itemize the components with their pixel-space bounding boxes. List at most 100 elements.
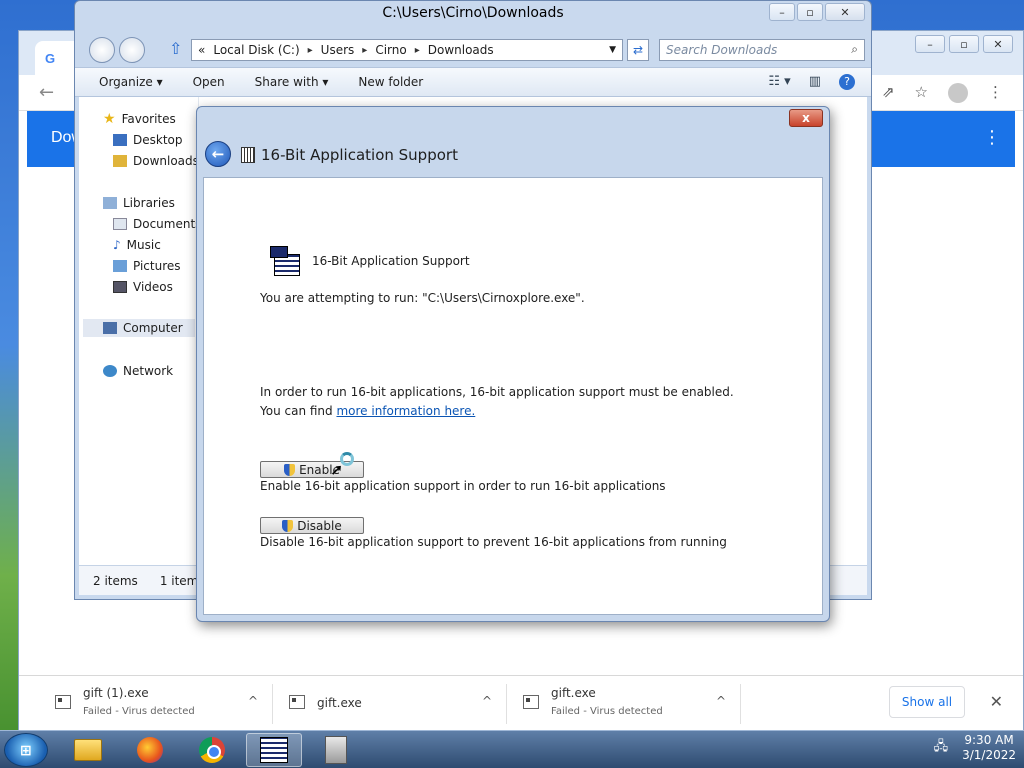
close-button[interactable]: ✕: [983, 35, 1013, 53]
start-button[interactable]: ⊞: [4, 733, 48, 767]
nav-network[interactable]: Network: [103, 364, 173, 378]
taskbar-16bit-app[interactable]: [246, 733, 302, 767]
network-status-icon[interactable]: 🖧: [934, 737, 949, 759]
download-item[interactable]: gift.exe Failed - Virus detected ^: [513, 684, 741, 724]
taskbar-installer[interactable]: [308, 733, 364, 767]
address-overflow[interactable]: «: [198, 43, 205, 57]
nav-desktop[interactable]: Desktop: [113, 133, 183, 147]
share-icon[interactable]: ⇗: [882, 83, 895, 103]
chrome-toolbar-icons: ⇗ ☆ ⋮: [882, 83, 1003, 103]
menu-kebab-icon[interactable]: ⋮: [988, 83, 1003, 103]
app-name: 16-Bit Application Support: [312, 254, 470, 268]
chevron-right-icon[interactable]: ▸: [415, 45, 420, 56]
more-info-link[interactable]: more information here.: [336, 404, 475, 418]
search-placeholder: Search Downloads: [666, 43, 778, 57]
minimize-button[interactable]: –: [915, 35, 945, 53]
taskbar-firefox[interactable]: [122, 733, 178, 767]
disable-label: Disable: [297, 518, 342, 533]
nav-label: Pictures: [133, 259, 181, 273]
address-segment[interactable]: Users: [321, 43, 355, 57]
taskbar-chrome[interactable]: [184, 733, 240, 767]
show-all-button[interactable]: Show all: [889, 686, 965, 718]
nav-label: Libraries: [123, 196, 175, 210]
nav-libraries[interactable]: Libraries: [103, 196, 175, 210]
taskbar-explorer[interactable]: [60, 733, 116, 767]
chevron-down-icon[interactable]: ▼: [609, 45, 616, 55]
exe-file-icon: [523, 695, 539, 709]
preview-pane-icon[interactable]: ▥: [809, 74, 821, 90]
help-icon[interactable]: ?: [839, 74, 855, 90]
nav-music[interactable]: ♪ Music: [113, 238, 161, 252]
download-status: Failed - Virus detected: [551, 706, 663, 717]
close-button[interactable]: ✕: [825, 3, 865, 21]
back-arrow-icon[interactable]: ←: [205, 141, 231, 167]
item-count: 2 items: [93, 573, 138, 588]
system-tray: 🖧 9:30 AM 3/1/2022: [934, 733, 1016, 763]
disable-button[interactable]: Disable: [260, 517, 364, 534]
nav-downloads[interactable]: Downloads: [113, 154, 199, 168]
search-input[interactable]: Search Downloads ⌕: [659, 39, 865, 61]
nav-favorites[interactable]: ★ Favorites: [103, 111, 176, 127]
download-item[interactable]: gift (1).exe Failed - Virus detected ^: [45, 684, 273, 724]
share-with-menu[interactable]: Share with ▾: [255, 75, 329, 89]
windows-logo-icon: ⊞: [20, 743, 32, 759]
back-arrow-icon[interactable]: ←: [39, 82, 54, 103]
open-command[interactable]: Open: [193, 75, 225, 89]
bookmark-star-icon[interactable]: ☆: [915, 83, 928, 103]
documents-icon: [113, 218, 127, 230]
banner-menu-icon[interactable]: ⋮: [983, 127, 1001, 148]
nav-pictures[interactable]: Pictures: [113, 259, 181, 273]
clock-date: 3/1/2022: [962, 748, 1016, 762]
dialog-close-button[interactable]: x: [789, 109, 823, 127]
maximize-button[interactable]: ▫: [949, 35, 979, 53]
chevron-up-icon[interactable]: ^: [248, 694, 258, 708]
minimize-button[interactable]: –: [769, 3, 795, 21]
clock-time: 9:30 AM: [964, 733, 1014, 747]
star-icon: ★: [103, 111, 116, 127]
organize-menu[interactable]: Organize ▾: [99, 75, 163, 89]
attempt-text: You are attempting to run: "C:\Users\Cir…: [260, 291, 585, 305]
desktop-icon: [113, 134, 127, 146]
explorer-title: C:\Users\Cirno\Downloads: [382, 5, 564, 21]
sixteen-bit-app-icon: [260, 737, 288, 763]
nav-label: Music: [126, 238, 161, 252]
nav-documents[interactable]: Documents: [113, 217, 201, 231]
view-options-icon[interactable]: ☷ ▾: [768, 74, 790, 90]
nav-label: Videos: [133, 280, 173, 294]
close-shelf-icon[interactable]: ✕: [990, 692, 1003, 711]
uac-shield-icon: [282, 519, 294, 532]
network-icon: [103, 365, 117, 377]
maximize-button[interactable]: ▫: [797, 3, 823, 21]
dialog-content: 16-Bit Application Support You are attem…: [203, 177, 823, 615]
up-arrow-icon[interactable]: ⇧: [169, 39, 182, 58]
nav-label: Desktop: [133, 133, 183, 147]
forward-button[interactable]: [119, 37, 145, 63]
chevron-up-icon[interactable]: ^: [716, 694, 726, 708]
back-button[interactable]: [89, 37, 115, 63]
chevron-right-icon[interactable]: ▸: [362, 45, 367, 56]
nav-label: Downloads: [133, 154, 199, 168]
chevron-up-icon[interactable]: ^: [482, 694, 492, 708]
info-text: In order to run 16-bit applications, 16-…: [260, 385, 734, 399]
search-icon[interactable]: ⌕: [851, 42, 858, 57]
address-segment[interactable]: Local Disk (C:): [213, 43, 299, 57]
address-segment[interactable]: Cirno: [375, 43, 406, 57]
info-prefix: You can find: [260, 404, 337, 418]
nav-computer[interactable]: Computer: [83, 319, 195, 337]
profile-avatar[interactable]: [948, 83, 968, 103]
videos-icon: [113, 281, 127, 293]
chevron-right-icon[interactable]: ▸: [308, 45, 313, 56]
chrome-icon: [199, 737, 225, 763]
refresh-icon[interactable]: ⇄: [627, 39, 649, 61]
new-folder-command[interactable]: New folder: [358, 75, 423, 89]
download-item[interactable]: gift.exe ^: [279, 684, 507, 724]
nav-videos[interactable]: Videos: [113, 280, 173, 294]
application-icon: [241, 147, 255, 163]
explorer-nav-bar: ⇧ « Local Disk (C:) ▸ Users ▸ Cirno ▸ Do…: [75, 33, 871, 65]
disable-description: Disable 16-bit application support to pr…: [260, 535, 727, 549]
clock[interactable]: 9:30 AM 3/1/2022: [962, 733, 1016, 763]
installer-icon: [325, 736, 347, 764]
address-segment[interactable]: Downloads: [428, 43, 494, 57]
address-bar[interactable]: « Local Disk (C:) ▸ Users ▸ Cirno ▸ Down…: [191, 39, 623, 61]
busy-spinner-icon: [340, 452, 354, 466]
